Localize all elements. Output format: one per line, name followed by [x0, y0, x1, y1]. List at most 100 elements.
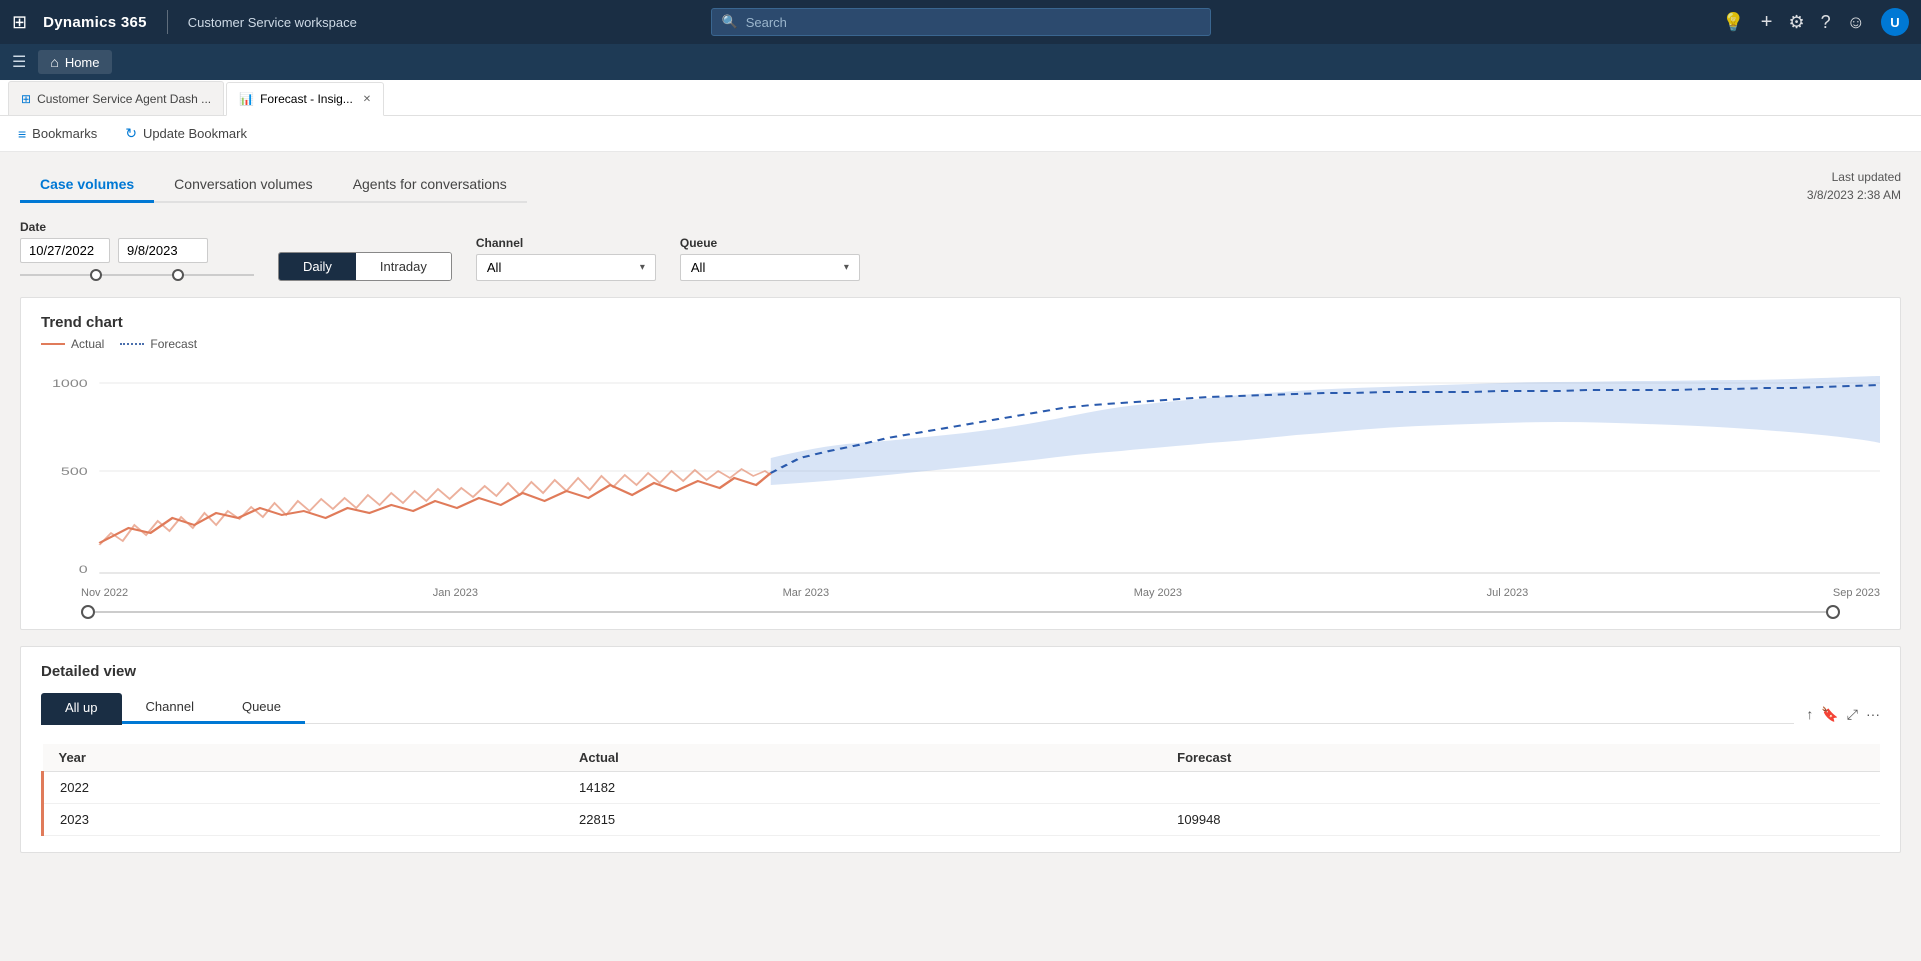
brand-name: Dynamics 365 [43, 14, 147, 31]
detail-tab-allup[interactable]: All up [41, 693, 122, 725]
range-handle-right[interactable] [1826, 605, 1840, 619]
tab-conversation-volumes[interactable]: Conversation volumes [154, 168, 333, 203]
cell-forecast-2022 [1161, 772, 1880, 804]
col-actual: Actual [563, 744, 1161, 772]
detail-actions: ↑ 🔖 ⤢ ··· [1806, 706, 1880, 723]
tab-dashboard[interactable]: ⊞ Customer Service Agent Dash ... [8, 81, 224, 115]
slider-left-track [20, 274, 90, 276]
main-content: Case volumes Conversation volumes Agents… [0, 152, 1921, 961]
house-icon: ⌂ [50, 54, 58, 70]
tab-forecast-label: Forecast - Insig... [260, 92, 353, 106]
slider-right-track [184, 274, 254, 276]
page-header: Case volumes Conversation volumes Agents… [20, 168, 1901, 204]
actual-line-icon [41, 343, 65, 345]
avatar[interactable]: U [1881, 8, 1909, 36]
tab-case-volumes[interactable]: Case volumes [20, 168, 154, 203]
detailed-view-title: Detailed view [41, 663, 1880, 680]
detail-tabs: All up Channel Queue [41, 692, 1794, 724]
svg-text:1000: 1000 [52, 377, 88, 389]
view-toggle: Daily Intraday [278, 252, 452, 281]
date-slider [20, 269, 254, 281]
channel-value: All [487, 260, 501, 275]
table-row: 2022 14182 [43, 772, 1881, 804]
settings-icon[interactable]: ⚙ [1788, 12, 1804, 33]
slider-handle-left[interactable] [90, 269, 102, 281]
channel-label: Channel [476, 236, 656, 250]
channel-filter-group: Channel All ▾ [476, 236, 656, 281]
home-bar: ☰ ⌂ Home [0, 44, 1921, 80]
legend-actual: Actual [41, 337, 104, 351]
cell-actual-2022: 14182 [563, 772, 1161, 804]
bookmark-action-icon[interactable]: 🔖 [1821, 706, 1838, 723]
date-from-input[interactable] [20, 238, 110, 263]
tabs-bar: ⊞ Customer Service Agent Dash ... 📊 Fore… [0, 80, 1921, 116]
cell-actual-2023: 22815 [563, 804, 1161, 836]
date-to-input[interactable] [118, 238, 208, 263]
x-label-jul2023: Jul 2023 [1487, 587, 1529, 599]
channel-dropdown[interactable]: All ▾ [476, 254, 656, 281]
bookmarks-label: Bookmarks [32, 126, 97, 141]
range-track [81, 611, 1840, 613]
queue-dropdown[interactable]: All ▾ [680, 254, 860, 281]
trend-chart-card: Trend chart Actual Forecast 1000 500 0 [20, 297, 1901, 630]
data-table: Year Actual Forecast 2022 14182 2023 228… [41, 744, 1880, 836]
nav-actions: 💡 + ⚙ ? ☺ U [1722, 8, 1909, 36]
search-bar[interactable]: 🔍 Search [711, 8, 1211, 36]
workspace-label: Customer Service workspace [188, 15, 357, 30]
queue-dropdown-arrow: ▾ [844, 262, 849, 273]
grid-icon[interactable]: ⊞ [12, 12, 27, 33]
update-bookmark-button[interactable]: ↻ Update Bookmark [119, 121, 253, 146]
table-row: 2023 22815 109948 [43, 804, 1881, 836]
more-options-icon[interactable]: ··· [1866, 706, 1880, 723]
tab-agents-conversations[interactable]: Agents for conversations [333, 168, 527, 203]
range-handle-left[interactable] [81, 605, 95, 619]
forecast-confidence-band [771, 376, 1880, 485]
forecast-tab-icon: 📊 [239, 92, 254, 106]
intraday-toggle[interactable]: Intraday [356, 253, 451, 280]
bookmarks-button[interactable]: ≡ Bookmarks [12, 122, 103, 146]
view-toggle-group: Daily Intraday [278, 252, 452, 281]
forecast-label: Forecast [150, 337, 197, 351]
home-button[interactable]: ⌂ Home [38, 50, 111, 74]
actual-line [99, 473, 770, 543]
detail-tab-channel[interactable]: Channel [122, 692, 218, 724]
trend-chart-area: 1000 500 0 [41, 363, 1880, 583]
x-label-mar2023: Mar 2023 [783, 587, 829, 599]
lightbulb-icon[interactable]: 💡 [1722, 12, 1744, 33]
feedback-icon[interactable]: ☺ [1847, 12, 1865, 33]
slider-handle-right[interactable] [172, 269, 184, 281]
detail-tab-queue[interactable]: Queue [218, 692, 305, 724]
expand-icon[interactable]: ⤢ [1847, 706, 1858, 723]
home-label: Home [65, 55, 100, 70]
top-navigation: ⊞ Dynamics 365 Customer Service workspac… [0, 0, 1921, 44]
table-header-row: Year Actual Forecast [43, 744, 1881, 772]
dashboard-tab-icon: ⊞ [21, 92, 31, 106]
search-icon: 🔍 [722, 14, 738, 30]
last-updated-value: 3/8/2023 2:38 AM [1807, 186, 1901, 204]
nav-divider [167, 10, 168, 34]
slider-middle-track [102, 274, 172, 276]
cell-year-2022: 2022 [43, 772, 564, 804]
hamburger-icon[interactable]: ☰ [12, 52, 26, 72]
update-bookmark-label: Update Bookmark [143, 126, 247, 141]
actual-line-detail [99, 469, 770, 545]
x-label-may2023: May 2023 [1134, 587, 1182, 599]
svg-text:500: 500 [61, 465, 88, 477]
trend-chart-title: Trend chart [41, 314, 1880, 331]
help-icon[interactable]: ? [1821, 12, 1831, 33]
col-year: Year [43, 744, 564, 772]
trend-chart-svg: 1000 500 0 [41, 363, 1880, 583]
queue-filter-group: Queue All ▾ [680, 236, 860, 281]
add-icon[interactable]: + [1761, 11, 1773, 34]
channel-dropdown-arrow: ▾ [640, 262, 645, 273]
legend-forecast: Forecast [120, 337, 197, 351]
tab-close-icon[interactable]: ✕ [363, 94, 371, 105]
x-label-nov2022: Nov 2022 [81, 587, 128, 599]
x-label-sep2023: Sep 2023 [1833, 587, 1880, 599]
tab-forecast[interactable]: 📊 Forecast - Insig... ✕ [226, 82, 384, 116]
daily-toggle[interactable]: Daily [279, 253, 356, 280]
queue-value: All [691, 260, 705, 275]
sort-asc-icon[interactable]: ↑ [1806, 706, 1813, 723]
last-updated-label: Last updated [1807, 168, 1901, 186]
filters-row: Date Daily Intraday [20, 220, 1901, 281]
